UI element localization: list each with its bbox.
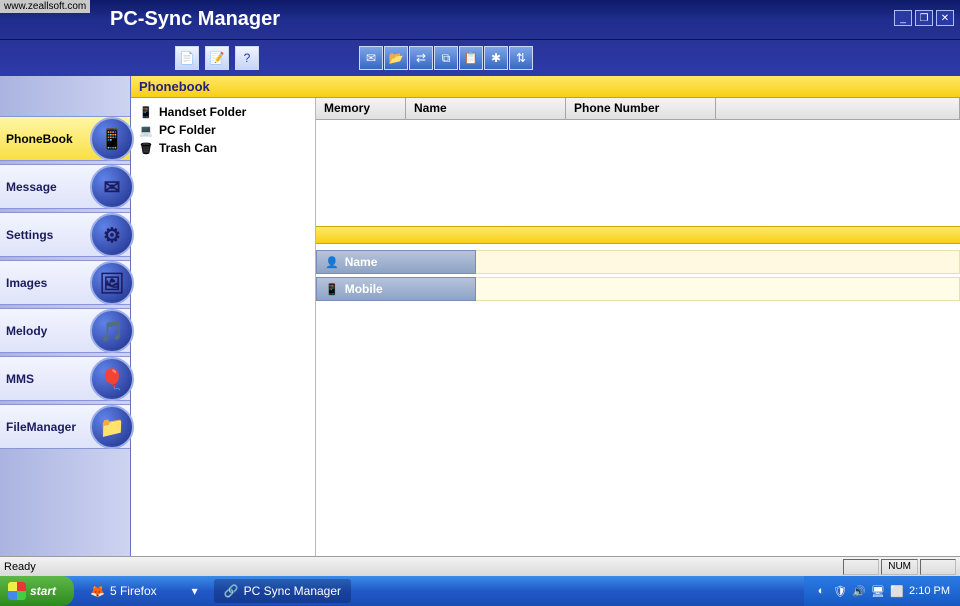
- maximize-button[interactable]: ❐: [915, 10, 933, 26]
- web-icon[interactable]: ✱: [484, 46, 508, 70]
- nav-label: MMS: [6, 372, 34, 386]
- swap-icon[interactable]: ⇄: [409, 46, 433, 70]
- pcsync-icon: 🔗: [224, 584, 239, 598]
- nav-message[interactable]: Message ✉: [0, 164, 130, 209]
- nav-settings[interactable]: Settings ⚙: [0, 212, 130, 257]
- folder-icon: 📁: [90, 405, 134, 449]
- col-name[interactable]: Name: [406, 98, 566, 119]
- nav-phonebook[interactable]: PhoneBook 📱: [0, 116, 130, 161]
- balloon-icon: 🎈: [90, 357, 134, 401]
- status-empty2: [920, 559, 956, 575]
- app-title: PC-Sync Manager: [110, 8, 280, 31]
- firefox-icon: 🦊: [90, 584, 105, 598]
- paste-icon[interactable]: 📋: [459, 46, 483, 70]
- close-button[interactable]: ✕: [936, 10, 954, 26]
- handset-icon: 📱: [139, 105, 153, 119]
- mail-icon[interactable]: ✉: [359, 46, 383, 70]
- nav-label: Message: [6, 180, 57, 194]
- col-spacer: [716, 98, 960, 119]
- detail-name-value[interactable]: [476, 250, 960, 274]
- nav-filemanager[interactable]: FileManager 📁: [0, 404, 130, 449]
- sidebar: PhoneBook 📱 Message ✉ Settings ⚙ Images …: [0, 76, 131, 556]
- doc-icon[interactable]: 📄: [175, 46, 199, 70]
- phone-icon: 📱: [90, 117, 134, 161]
- section-title: Phonebook: [131, 76, 960, 98]
- help-icon[interactable]: ?: [235, 46, 259, 70]
- nav-label: PhoneBook: [6, 132, 73, 146]
- start-button[interactable]: start: [0, 576, 74, 606]
- status-ready: Ready: [4, 561, 36, 573]
- status-empty1: [843, 559, 879, 575]
- trash-icon: 🗑: [139, 141, 153, 155]
- grid-header: Memory Name Phone Number: [316, 98, 960, 120]
- status-num: NUM: [881, 559, 918, 575]
- tray-icon-3[interactable]: 🔊: [852, 584, 866, 598]
- image-icon: 🖼: [90, 261, 134, 305]
- person-icon: 👤: [325, 256, 339, 269]
- envelope-icon: ✉: [90, 165, 134, 209]
- tree-label: PC Folder: [159, 123, 216, 137]
- nav-label: FileManager: [6, 420, 76, 434]
- status-bar: Ready NUM: [0, 556, 960, 576]
- detail-header: [316, 226, 960, 244]
- music-icon: 🎵: [90, 309, 134, 353]
- toolbar: 📄 📝 ? ✉ 📂 ⇄ ⧉ 📋 ✱ ⇅: [0, 40, 960, 76]
- windows-logo-icon: [8, 582, 26, 600]
- edit-icon[interactable]: 📝: [205, 46, 229, 70]
- tree-trash-can[interactable]: 🗑 Trash Can: [139, 139, 307, 157]
- detail-panel: 👤 Name 📱 Mobile: [316, 244, 960, 556]
- title-bar: www.zeallsoft.com PC-Sync Manager _ ❐ ✕: [0, 0, 960, 40]
- tree-pc-folder[interactable]: 💻 PC Folder: [139, 121, 307, 139]
- open-icon[interactable]: 📂: [384, 46, 408, 70]
- tree-handset-folder[interactable]: 📱 Handset Folder: [139, 103, 307, 121]
- tree-label: Trash Can: [159, 141, 217, 155]
- tray-icon-2[interactable]: 🛡: [833, 584, 847, 598]
- nav-label: Settings: [6, 228, 53, 242]
- nav-mms[interactable]: MMS 🎈: [0, 356, 130, 401]
- folder-tree: 📱 Handset Folder 💻 PC Folder 🗑 Trash Can: [131, 98, 316, 556]
- watermark-label: www.zeallsoft.com: [0, 0, 90, 13]
- col-memory[interactable]: Memory: [316, 98, 406, 119]
- gear-icon: ⚙: [90, 213, 134, 257]
- grid-body[interactable]: [316, 120, 960, 226]
- mobile-icon: 📱: [325, 283, 339, 296]
- detail-name-label: 👤 Name: [316, 250, 476, 274]
- nav-label: Melody: [6, 324, 47, 338]
- detail-mobile-label: 📱 Mobile: [316, 277, 476, 301]
- nav-label: Images: [6, 276, 47, 290]
- sort-icon[interactable]: ⇅: [509, 46, 533, 70]
- detail-mobile-value[interactable]: [476, 277, 960, 301]
- task-firefox[interactable]: 🦊 5 Firefox ▾: [80, 579, 208, 603]
- col-phone[interactable]: Phone Number: [566, 98, 716, 119]
- minimize-button[interactable]: _: [894, 10, 912, 26]
- task-pcsync[interactable]: 🔗 PC Sync Manager: [214, 579, 351, 603]
- copy-icon[interactable]: ⧉: [434, 46, 458, 70]
- tree-label: Handset Folder: [159, 105, 246, 119]
- system-tray[interactable]: ◐ 🛡 🔊 🖥 ⬜ 2:10 PM: [804, 576, 960, 606]
- tray-icon-1[interactable]: ◐: [814, 584, 828, 598]
- tray-icon-5[interactable]: ⬜: [890, 584, 904, 598]
- taskbar: start 🦊 5 Firefox ▾ 🔗 PC Sync Manager ◐ …: [0, 576, 960, 606]
- nav-melody[interactable]: Melody 🎵: [0, 308, 130, 353]
- chevron-down-icon: ▾: [192, 584, 198, 598]
- pc-icon: 💻: [139, 123, 153, 137]
- nav-images[interactable]: Images 🖼: [0, 260, 130, 305]
- tray-icon-4[interactable]: 🖥: [871, 584, 885, 598]
- clock[interactable]: 2:10 PM: [909, 585, 950, 597]
